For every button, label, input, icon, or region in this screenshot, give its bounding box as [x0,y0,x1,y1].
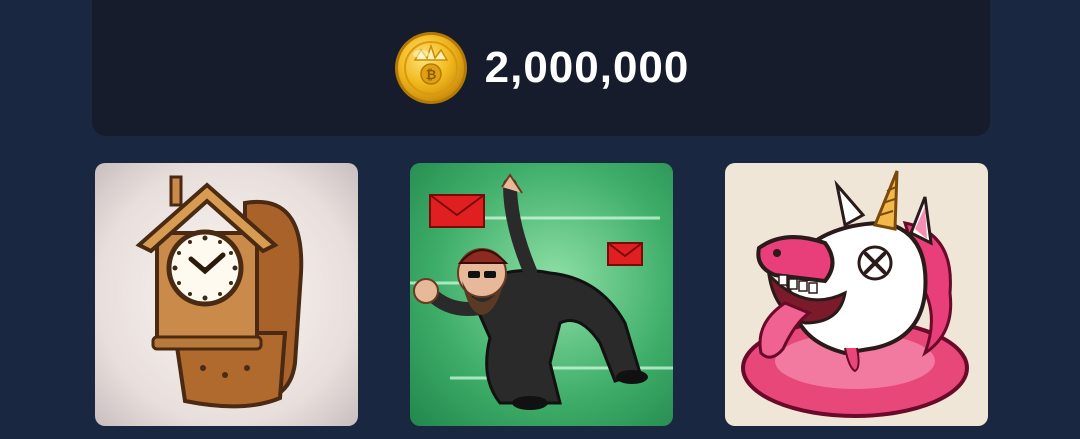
balance-value: 2,000,000 [484,43,690,92]
dodging-bearded-man-with-mail-icon [410,163,673,426]
card-dodging-man[interactable] [410,163,673,426]
cuckoo-clock-watch-icon [95,163,358,426]
card-grid [95,163,988,426]
balance-card: ₿ 2,000,000 [92,0,990,136]
card-cuckoo-watch[interactable] [95,163,358,426]
coin-icon: ₿ [394,32,467,104]
melting-unicorn-icon [725,163,988,426]
card-melting-unicorn[interactable] [725,163,988,426]
envelope-icon [429,194,485,228]
svg-text:₿: ₿ [425,68,436,83]
page: ₿ 2,000,000 [0,0,1080,439]
